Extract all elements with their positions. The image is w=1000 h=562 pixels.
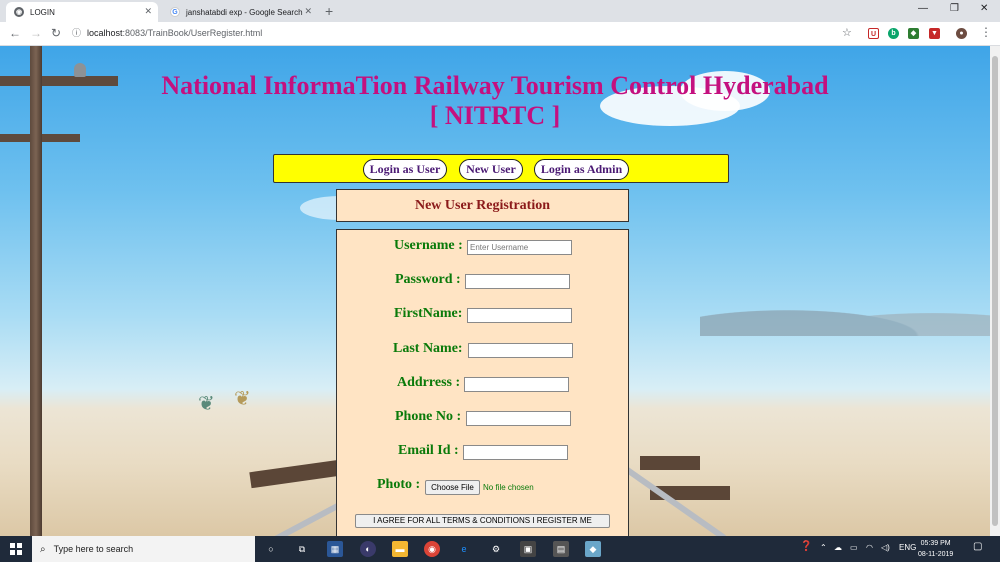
bookmark-star-icon[interactable]: ☆	[842, 26, 852, 39]
extension-icon[interactable]: ▼	[929, 28, 940, 39]
back-arrow-icon[interactable]: ←	[9, 26, 21, 40]
windows-start-icon[interactable]	[10, 543, 22, 555]
wifi-icon[interactable]: ◠	[866, 543, 873, 552]
cortana-icon[interactable]: ○	[263, 541, 279, 557]
url-host: localhost	[87, 27, 123, 38]
more-menu-icon[interactable]: ⋮	[980, 25, 992, 39]
app-icon[interactable]: ▤	[553, 541, 569, 557]
browser-toolbar: ← → ↻ ⓘ localhost:8083/TrainBook/UserReg…	[0, 22, 1000, 46]
lastname-label: Last Name:	[393, 341, 463, 356]
app-icon[interactable]: ◆	[585, 541, 601, 557]
file-status-text: No file chosen	[483, 483, 534, 492]
windows-taskbar: ⌕ Type here to search ○ ⧉ ▦ ◐ ▬ ◉ e ⚙ ▣ …	[0, 536, 1000, 562]
phone-label: Phone No :	[395, 409, 462, 424]
google-icon: G	[170, 7, 180, 17]
search-icon: ⌕	[40, 543, 46, 555]
task-view-icon[interactable]: ⧉	[294, 541, 310, 557]
close-tab-icon[interactable]: ✕	[144, 6, 152, 17]
username-input[interactable]	[467, 240, 572, 255]
password-label: Password :	[395, 272, 461, 287]
email-label: Email Id :	[398, 443, 459, 458]
volume-icon[interactable]: ◁)	[881, 543, 890, 552]
battery-icon[interactable]: ▭	[850, 543, 858, 552]
app-icon[interactable]: ▦	[327, 541, 343, 557]
new-tab-button[interactable]: +	[325, 3, 333, 19]
firstname-label: FirstName:	[394, 306, 463, 321]
page-scrollbar[interactable]	[990, 46, 1000, 536]
eclipse-icon[interactable]: ◐	[360, 541, 376, 557]
username-label: Username :	[394, 238, 463, 253]
address-label: Addrress :	[397, 375, 461, 390]
info-icon: ⓘ	[72, 28, 82, 38]
password-input[interactable]	[465, 274, 570, 289]
tab-login[interactable]: ◉ LOGIN ✕	[6, 2, 158, 22]
clock-time: 05:39 PM	[920, 540, 951, 547]
extension-icon[interactable]: ◆	[908, 28, 919, 39]
rail-sleeper	[640, 456, 700, 470]
help-icon[interactable]: ❓	[800, 541, 812, 552]
choose-file-button[interactable]: Choose File	[425, 480, 480, 495]
extension-icon[interactable]: U	[868, 28, 879, 39]
browser-tab-bar: ◉ LOGIN ✕ G janshatabdi exp - Google Sea…	[0, 0, 1000, 22]
tab-title: LOGIN	[30, 7, 55, 17]
taskbar-search[interactable]: ⌕ Type here to search	[32, 536, 255, 562]
edge-icon[interactable]: e	[456, 541, 472, 557]
login-as-admin-button[interactable]: Login as Admin	[534, 159, 629, 180]
forward-arrow-icon[interactable]: →	[30, 26, 42, 40]
hills-decoration	[700, 296, 990, 336]
rail-decoration	[624, 466, 727, 536]
reload-icon[interactable]: ↻	[51, 26, 61, 40]
close-window-button[interactable]: ✕	[980, 3, 988, 14]
cloud-icon[interactable]: ☁	[834, 543, 842, 552]
email-input[interactable]	[463, 445, 568, 460]
file-explorer-icon[interactable]: ▬	[392, 541, 408, 557]
lastname-input[interactable]	[468, 343, 573, 358]
tab-title: janshatabdi exp - Google Search	[186, 7, 303, 17]
login-as-user-button[interactable]: Login as User	[363, 159, 447, 180]
page-title: National InformaTion Railway Tourism Con…	[161, 71, 829, 100]
app-icon[interactable]: ▣	[520, 541, 536, 557]
shrub-icon: ❦	[234, 388, 251, 410]
registration-form: Username : Password : FirstName: Last Na…	[336, 229, 629, 536]
address-bar[interactable]: ⓘ localhost:8083/TrainBook/UserRegister.…	[72, 26, 262, 39]
settings-gear-icon[interactable]: ⚙	[488, 541, 504, 557]
language-indicator[interactable]: ENG	[899, 543, 916, 552]
clock-date: 08-11-2019	[918, 551, 954, 558]
notifications-icon[interactable]: ▢	[973, 541, 982, 552]
extension-icon[interactable]: b	[888, 28, 899, 39]
registration-header: New User Registration	[336, 189, 629, 222]
nav-menubar: Login as User New User Login as Admin	[273, 154, 729, 183]
page-subtitle: [ NITRTC ]	[429, 101, 561, 130]
minimize-button[interactable]: —	[918, 3, 928, 14]
scrollbar-thumb[interactable]	[992, 56, 998, 526]
phone-input[interactable]	[466, 411, 571, 426]
firstname-input[interactable]	[467, 308, 572, 323]
tab-google-search[interactable]: G janshatabdi exp - Google Search ✕	[162, 2, 318, 22]
page-viewport: ❦ ❦ National InformaTion Railway Tourism…	[0, 46, 990, 536]
rail-sleeper	[249, 459, 341, 489]
search-placeholder: Type here to search	[53, 544, 134, 554]
register-submit-button[interactable]: I AGREE FOR ALL TERMS & CONDITIONS I REG…	[355, 514, 610, 528]
url-path: :8083/TrainBook/UserRegister.html	[122, 27, 263, 38]
shrub-icon: ❦	[198, 393, 215, 415]
taskbar-clock[interactable]: 05:39 PM 08-11-2019	[918, 538, 953, 560]
close-tab-icon[interactable]: ✕	[304, 6, 312, 17]
address-input[interactable]	[464, 377, 569, 392]
chevron-up-icon[interactable]: ⌃	[820, 543, 827, 552]
new-user-button[interactable]: New User	[459, 159, 523, 180]
avatar[interactable]: ●	[956, 28, 967, 39]
chrome-icon[interactable]: ◉	[424, 541, 440, 557]
photo-label: Photo :	[377, 477, 421, 492]
maximize-button[interactable]: ❐	[950, 3, 959, 14]
globe-icon: ◉	[14, 7, 24, 17]
